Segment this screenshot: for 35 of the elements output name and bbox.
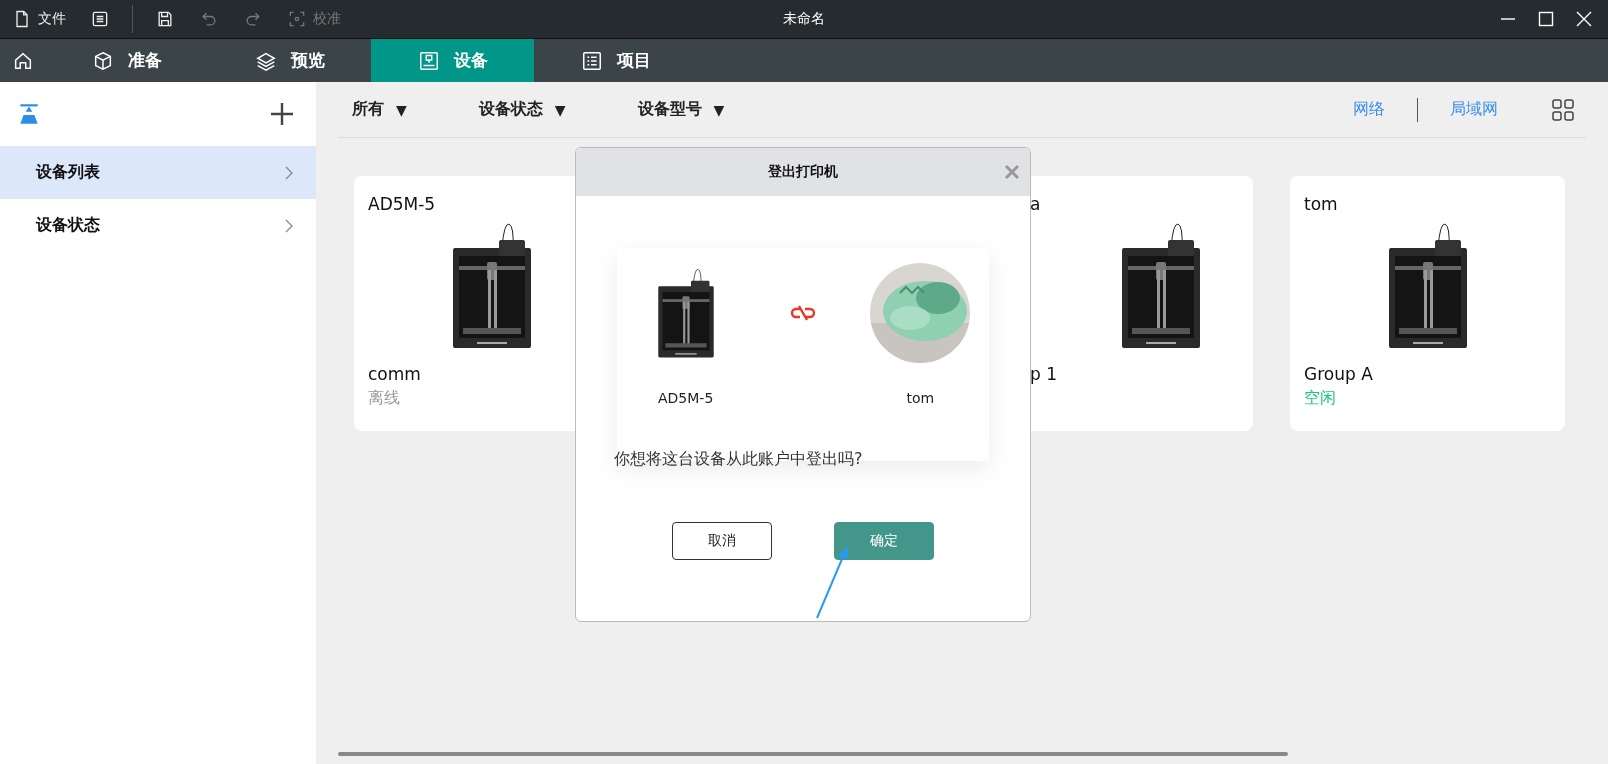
device-name: a [1030, 194, 1041, 214]
dialog-title: 登出打印机 [768, 163, 838, 181]
monitor-icon[interactable] [417, 49, 440, 72]
nav-tab[interactable]: 预览 [208, 39, 371, 82]
device-group: Group A [1304, 364, 1373, 384]
device-card[interactable]: tom Group A 空闲 [1290, 176, 1565, 431]
file-tool[interactable]: 文件 [0, 0, 78, 38]
chevron-right-icon [284, 164, 294, 181]
list-icon[interactable] [580, 49, 603, 72]
cancel-button[interactable]: 取消 [672, 522, 772, 560]
device-group: p 1 [1030, 364, 1057, 384]
device-label: AD5M-5 [658, 390, 714, 406]
filter-dropdown[interactable]: 所有 ▼ [352, 99, 407, 120]
sidebar-item[interactable]: 设备列表 [0, 146, 316, 199]
device-group: comm [368, 364, 421, 384]
maximize-icon[interactable] [1538, 11, 1554, 27]
device-name: tom [1304, 194, 1338, 214]
filter-dropdown[interactable]: 设备状态 ▼ [478, 99, 566, 120]
broken-link-icon [789, 304, 817, 322]
filter-dropdown[interactable]: 设备型号 ▼ [637, 99, 725, 120]
device-status: 离线 [368, 388, 400, 409]
list-icon[interactable] [90, 9, 110, 29]
device-status: 空闲 [1304, 388, 1336, 409]
scrollbar-thumb[interactable] [338, 752, 1288, 756]
nav-tab[interactable]: 项目 [534, 39, 697, 82]
grid-view-icon[interactable] [1552, 98, 1574, 121]
add-icon[interactable] [270, 102, 294, 126]
device-name: AD5M-5 [368, 194, 436, 214]
chevron-right-icon [284, 217, 294, 234]
account-label: tom [906, 390, 935, 406]
window-title: 未命名 [783, 10, 825, 28]
dialog-message: 你想将这台设备从此账户中登出吗? [614, 449, 863, 470]
nav-tab[interactable]: 设备 [371, 39, 534, 82]
nav-tab[interactable]: 准备 [45, 39, 208, 82]
confirm-button[interactable]: 确定 [834, 522, 934, 560]
